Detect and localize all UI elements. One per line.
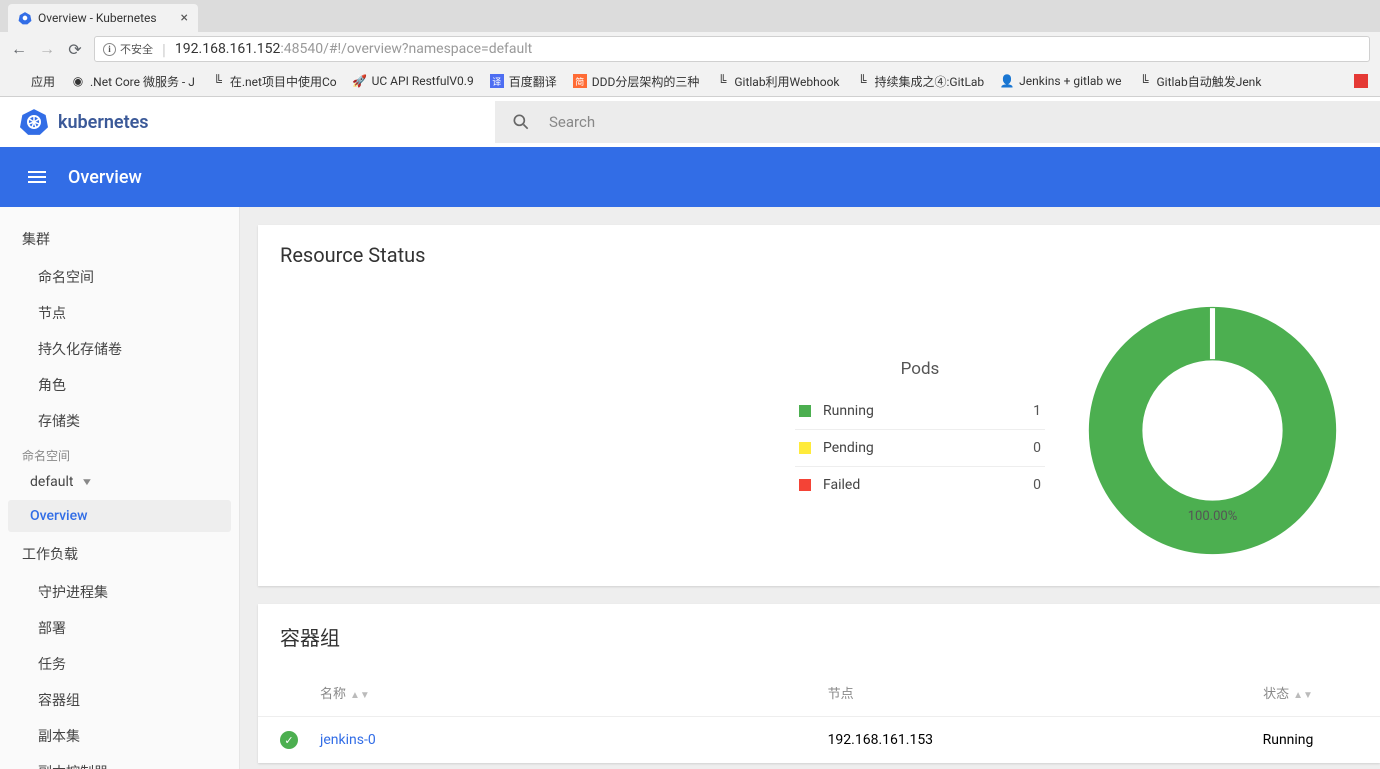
table-header: 名称▲▼ 节点 状态▲▼ [258,669,1380,717]
sidebar-item-rc[interactable]: 副本控制器 [0,754,239,769]
address-bar[interactable]: i 不安全 | 192.168.161.152:48540/#!/overvie… [94,36,1370,62]
forward-icon: → [38,39,56,59]
browser-tab[interactable]: Overview - Kubernetes × [8,4,198,32]
sidebar-item-roles[interactable]: 角色 [0,367,239,403]
kubernetes-logo-icon [20,108,48,136]
rocket-icon: 🚀 [353,74,367,88]
app-top-bar: kubernetes [0,97,1380,147]
sidebar-item-nodes[interactable]: 节点 [0,295,239,331]
table-row[interactable]: ✓ jenkins-0 192.168.161.153 Running [258,717,1380,763]
sidebar-item-overview[interactable]: Overview [8,500,231,532]
tab-close-icon[interactable]: × [181,10,188,26]
pod-status: Running [1218,732,1358,748]
legend-color-icon [799,442,811,454]
tab-title: Overview - Kubernetes [38,11,157,25]
col-header-status[interactable]: 状态▲▼ [1218,683,1358,702]
sidebar-item-replicasets[interactable]: 副本集 [0,718,239,754]
sidebar-section-cluster: 集群 [0,219,239,259]
legend-row-pending: Pending0 [795,429,1045,466]
tab-add-icon[interactable] [198,12,214,20]
pod-name-link[interactable]: jenkins-0 [320,732,828,748]
pods-table-card: 容器组 名称▲▼ 节点 状态▲▼ ✓ jenkins-0 192.168.161… [258,604,1380,763]
bookmark-item[interactable]: 👤Jenkins + gitlab we [1000,74,1121,88]
sidebar-section-workloads: 工作负载 [0,534,239,574]
bookmark-item[interactable]: ◉.Net Core 微服务 - J [71,73,195,90]
col-header-node[interactable]: 节点 [828,683,1218,702]
pods-legend: Pods Running1 Pending0 Failed0 [795,359,1045,503]
sort-icon: ▲▼ [1293,690,1313,701]
bookmark-item[interactable]: 译百度翻译 [490,73,557,90]
bookmark-item[interactable]: ╚Gitlab利用Webhook [715,73,839,90]
sidebar: 集群 命名空间 节点 持久化存储卷 角色 存储类 命名空间 default ▼ … [0,207,240,769]
security-label: 不安全 [120,41,153,57]
donut-percent-label: 100.00% [1085,509,1340,524]
bookmark-item[interactable]: ╚Gitlab自动触发Jenk [1138,73,1262,90]
card-title: 容器组 [258,604,1380,669]
chevron-down-icon: ▼ [80,477,93,488]
legend-color-icon [799,405,811,417]
bookmarks-bar: 应用 ◉.Net Core 微服务 - J ╚在.net项目中使用Co 🚀UC … [0,66,1380,96]
page-title: Overview [68,167,142,188]
sidebar-item-namespaces[interactable]: 命名空间 [0,259,239,295]
card-title: Resource Status [258,225,1380,285]
apps-icon [12,74,26,88]
sidebar-item-storageclass[interactable]: 存储类 [0,403,239,439]
url-text: 192.168.161.152:48540/#!/overview?namesp… [175,41,532,57]
namespace-value: default [30,474,74,490]
bookmark-icon: 译 [490,74,504,88]
back-icon[interactable]: ← [10,39,28,59]
kubernetes-favicon [18,11,32,25]
search-icon [511,112,531,132]
bookmark-icon: ╚ [211,74,225,88]
reload-icon[interactable]: ⟳ [66,40,84,59]
sidebar-item-daemonsets[interactable]: 守护进程集 [0,574,239,610]
sidebar-item-jobs[interactable]: 任务 [0,646,239,682]
brand[interactable]: kubernetes [0,108,495,136]
col-header-name[interactable]: 名称▲▼ [320,683,828,702]
bookmark-item[interactable]: 🚀UC API RestfulV0.9 [353,74,474,88]
namespace-select[interactable]: default ▼ [0,468,239,498]
bookmark-item[interactable]: 简DDD分层架构的三种 [573,73,700,90]
security-indicator[interactable]: i 不安全 [103,41,153,57]
sort-icon: ▲▼ [350,690,370,701]
bookmark-icon: ╚ [1138,74,1152,88]
sidebar-sub-namespace: 命名空间 [0,439,239,468]
brand-text: kubernetes [58,112,149,133]
resource-status-card: Resource Status Pods Running1 Pending0 F… [258,225,1380,586]
sidebar-item-pods[interactable]: 容器组 [0,682,239,718]
bookmark-icon[interactable] [1354,74,1368,88]
main-content: Resource Status Pods Running1 Pending0 F… [240,207,1380,769]
bookmark-item[interactable]: ╚持续集成之④:GitLab [856,73,985,90]
menu-icon[interactable] [28,168,46,186]
bookmark-icon: ╚ [715,74,729,88]
sidebar-item-pv[interactable]: 持久化存储卷 [0,331,239,367]
bookmark-item[interactable]: ╚在.net项目中使用Co [211,73,337,90]
status-ok-icon: ✓ [280,731,298,749]
search-input[interactable] [549,113,1364,131]
legend-color-icon [799,479,811,491]
tab-strip: Overview - Kubernetes × [0,0,1380,32]
sidebar-item-deployments[interactable]: 部署 [0,610,239,646]
pod-node: 192.168.161.153 [828,732,1218,748]
legend-row-failed: Failed0 [795,466,1045,503]
legend-title: Pods [795,359,1045,379]
pods-donut-chart: 100.00% [1085,303,1340,558]
jenkins-icon: 👤 [1000,74,1014,88]
bookmark-icon: ╚ [856,74,870,88]
bookmark-icon: 简 [573,74,587,88]
info-icon: i [103,43,116,56]
bookmark-icon: ◉ [71,74,85,88]
bookmark-apps[interactable]: 应用 [12,73,55,90]
search-bar[interactable] [495,101,1380,143]
content-layout: 集群 命名空间 节点 持久化存储卷 角色 存储类 命名空间 default ▼ … [0,207,1380,769]
browser-chrome: Overview - Kubernetes × ← → ⟳ i 不安全 | 19… [0,0,1380,97]
nav-row: ← → ⟳ i 不安全 | 192.168.161.152:48540/#!/o… [0,32,1380,66]
page-header: Overview [0,147,1380,207]
legend-row-running: Running1 [795,393,1045,429]
